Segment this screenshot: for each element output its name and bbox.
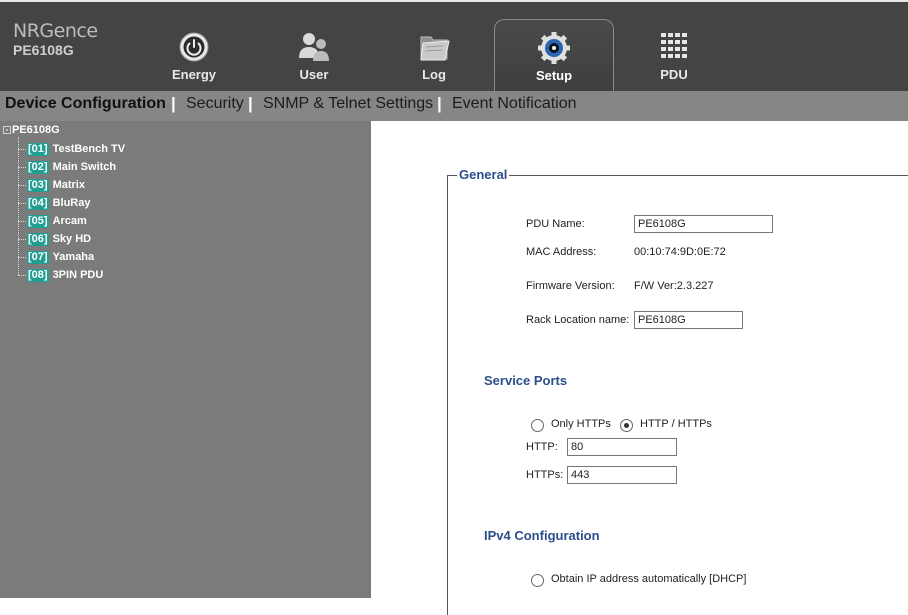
collapse-icon[interactable]: -: [3, 126, 11, 134]
subnav-snmp-telnet[interactable]: SNMP & Telnet Settings: [263, 95, 433, 113]
top-header: NRGence PE6108G Energy User Log Setup PD…: [0, 0, 908, 93]
tab-energy-label: Energy: [171, 67, 217, 82]
outlet-number: [02]: [27, 160, 49, 174]
outlet-number: [04]: [27, 196, 49, 210]
gear-icon: [538, 32, 570, 64]
https-port-input[interactable]: [567, 466, 677, 484]
tab-pdu[interactable]: PDU: [614, 19, 734, 93]
subnav-security[interactable]: Security: [186, 95, 244, 113]
dhcp-label: Obtain IP address automatically [DHCP]: [551, 573, 747, 585]
outlet-item-08[interactable]: [08] 3PIN PDU: [18, 268, 103, 282]
outlet-item-07[interactable]: [07] Yamaha: [18, 250, 94, 264]
tree-root[interactable]: - PE6108G: [3, 124, 60, 136]
tree-root-label: PE6108G: [12, 124, 60, 136]
subnav-separator: |: [248, 94, 253, 113]
outlet-number: [05]: [27, 214, 49, 228]
mac-address-value: 00:10:74:9D:0E:72: [634, 246, 726, 258]
power-icon: [179, 32, 209, 62]
http-https-label: HTTP / HTTPs: [640, 418, 712, 430]
http-port-input[interactable]: [567, 438, 677, 456]
tab-user-label: User: [299, 67, 329, 82]
sub-navigation: Device Configuration | Security | SNMP &…: [0, 91, 908, 121]
tab-log[interactable]: Log: [374, 19, 494, 93]
outlet-item-01[interactable]: [01] TestBench TV: [18, 142, 125, 156]
outlet-number: [03]: [27, 178, 49, 192]
outlet-item-03[interactable]: [03] Matrix: [18, 178, 85, 192]
pdu-name-label: PDU Name:: [526, 218, 585, 230]
tab-setup-label: Setup: [535, 68, 573, 83]
outlet-number: [06]: [27, 232, 49, 246]
only-https-label: Only HTTPs: [551, 418, 611, 430]
outlet-name: Arcam: [52, 215, 87, 227]
brand-logo: NRGence PE6108G: [13, 20, 98, 58]
device-tree-sidebar: - PE6108G [01] TestBench TV [02] Main Sw…: [0, 121, 371, 598]
outlet-name: Sky HD: [52, 233, 92, 245]
http-https-radio[interactable]: [620, 419, 633, 432]
ipv4-configuration-title: IPv4 Configuration: [484, 528, 600, 543]
outlet-item-02[interactable]: [02] Main Switch: [18, 160, 116, 174]
rack-location-label: Rack Location name:: [526, 314, 630, 326]
https-port-label: HTTPs:: [526, 469, 564, 481]
grid-icon: [661, 33, 687, 58]
subnav-separator: |: [437, 94, 442, 113]
outlet-number: [07]: [27, 250, 49, 264]
tab-user[interactable]: User: [254, 19, 374, 93]
http-port-label: HTTP:: [526, 441, 558, 453]
service-ports-title: Service Ports: [484, 373, 568, 388]
subnav-event-notification[interactable]: Event Notification: [452, 95, 577, 113]
subnav-separator: |: [171, 94, 176, 113]
rack-location-input[interactable]: [634, 311, 743, 329]
dhcp-radio[interactable]: [531, 574, 544, 587]
outlet-item-04[interactable]: [04] BluRay: [18, 196, 90, 210]
outlet-name: Yamaha: [52, 251, 95, 263]
general-legend: General: [457, 167, 510, 182]
brand-name: NRGence: [13, 20, 98, 42]
main-content: General PDU Name: MAC Address: 00:10:74:…: [371, 121, 908, 615]
outlet-name: Matrix: [52, 179, 85, 191]
pdu-name-input[interactable]: [634, 215, 773, 233]
firmware-version-value: F/W Ver:2.3.227: [634, 280, 714, 292]
tab-energy[interactable]: Energy: [134, 19, 254, 93]
only-https-radio[interactable]: [531, 419, 544, 432]
outlet-number: [08]: [27, 268, 49, 282]
firmware-version-label: Firmware Version:: [526, 280, 615, 292]
outlet-item-06[interactable]: [06] Sky HD: [18, 232, 91, 246]
outlet-name: TestBench TV: [52, 143, 126, 155]
outlet-number: [01]: [27, 142, 49, 156]
subnav-device-configuration[interactable]: Device Configuration: [5, 95, 166, 113]
outlet-item-05[interactable]: [05] Arcam: [18, 214, 87, 228]
tab-setup[interactable]: Setup: [494, 19, 614, 93]
folder-icon: [420, 36, 450, 61]
outlet-name: BluRay: [52, 197, 91, 209]
mac-address-label: MAC Address:: [526, 246, 597, 258]
outlet-name: Main Switch: [52, 161, 117, 173]
device-model: PE6108G: [13, 42, 74, 58]
users-icon: [299, 33, 329, 61]
tab-pdu-label: PDU: [660, 67, 688, 82]
tab-log-label: Log: [422, 67, 446, 82]
outlet-name: 3PIN PDU: [52, 269, 104, 281]
general-fieldset: [447, 175, 908, 615]
